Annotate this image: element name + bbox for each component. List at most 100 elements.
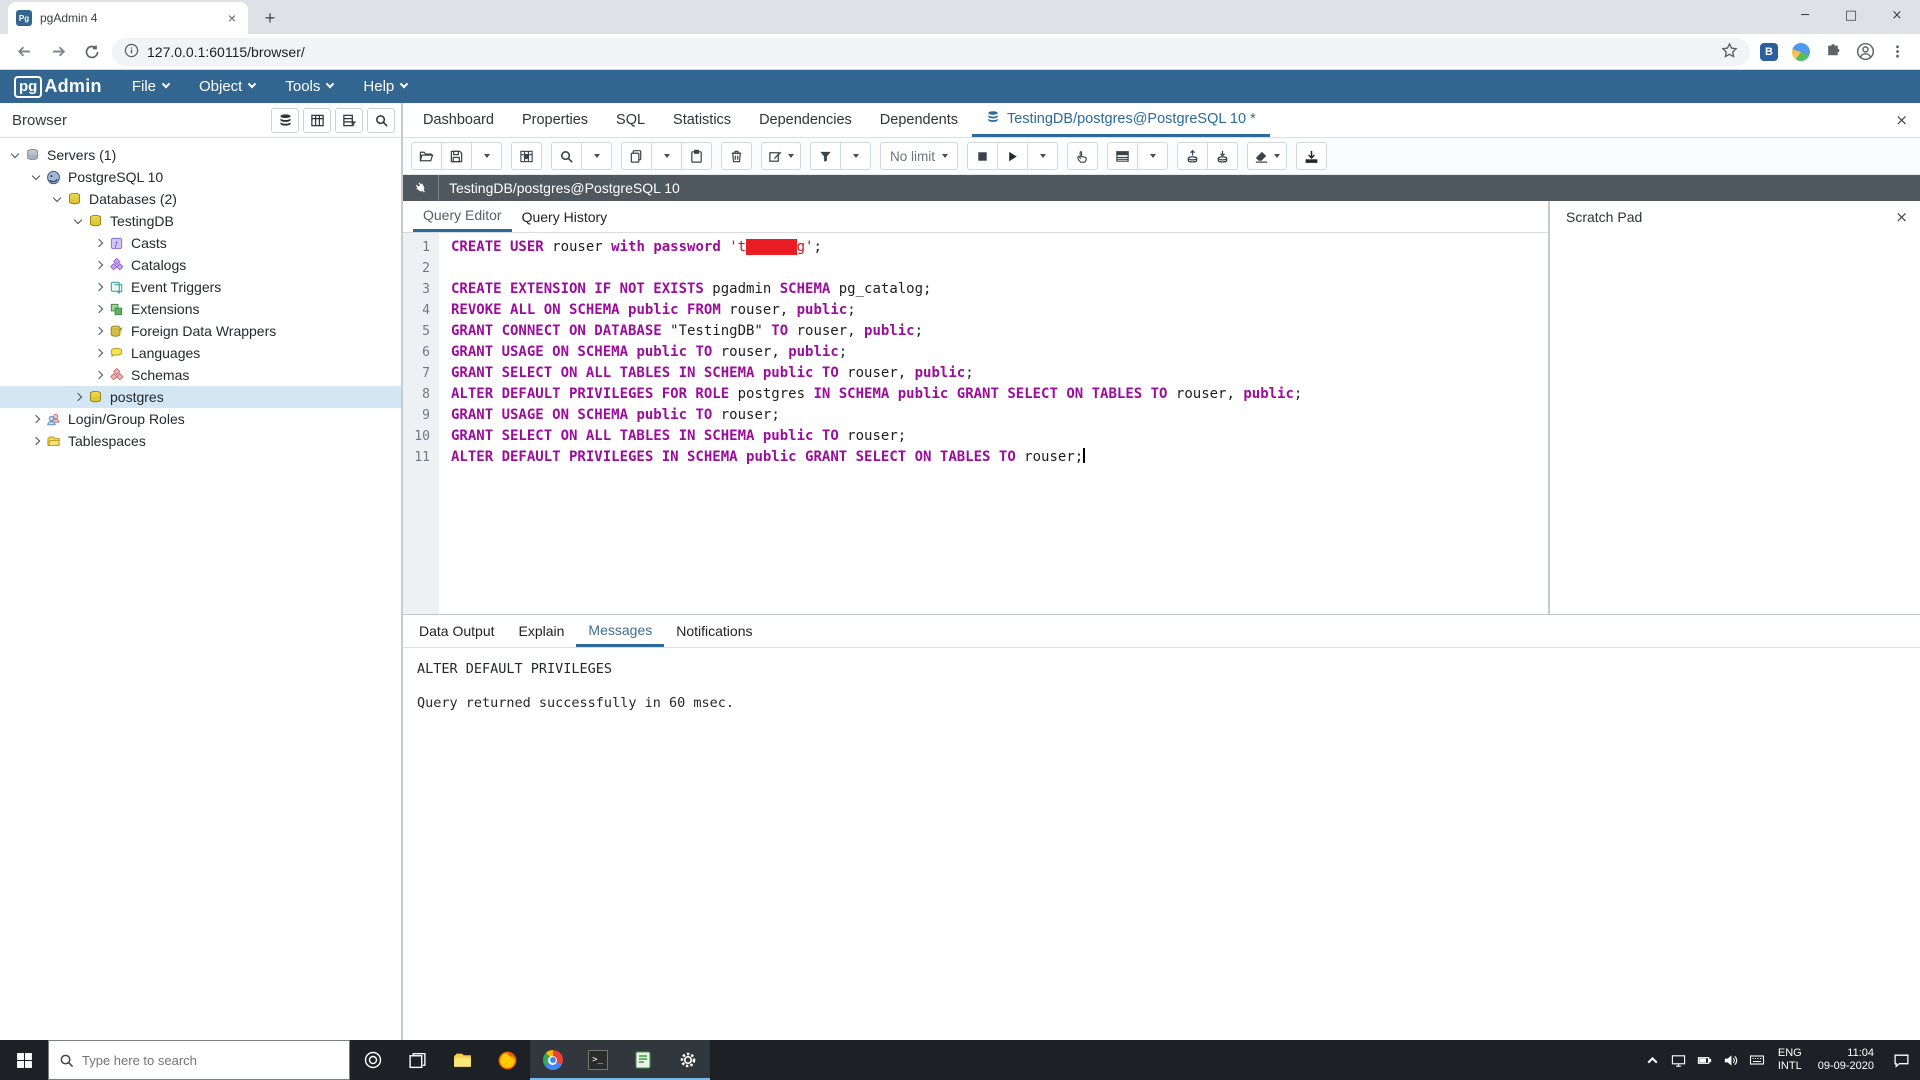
bookmark-star-icon[interactable] [1721, 42, 1738, 62]
rollback-button[interactable] [1207, 142, 1238, 170]
notepad-button[interactable] [620, 1040, 665, 1080]
url-text[interactable]: 127.0.0.1:60115/browser/ [147, 44, 1713, 60]
delete-button[interactable] [721, 142, 752, 170]
start-button[interactable] [0, 1040, 48, 1080]
tab-sql[interactable]: SQL [602, 103, 659, 137]
code-line[interactable]: 6GRANT USAGE ON SCHEMA public TO rouser,… [403, 342, 1548, 363]
code-line[interactable]: 4REVOKE ALL ON SCHEMA public FROM rouser… [403, 300, 1548, 321]
paste-button[interactable] [681, 142, 712, 170]
expand-chevron-icon[interactable] [95, 283, 103, 291]
grid-view-button[interactable] [303, 108, 331, 133]
tree-item-servers-1-[interactable]: Servers (1) [0, 144, 401, 166]
expand-chevron-icon[interactable] [95, 305, 103, 313]
browser-tab[interactable]: Pg pgAdmin 4 × [8, 2, 248, 34]
expand-chevron-icon[interactable] [32, 437, 40, 445]
filter-dropdown-button[interactable] [840, 142, 871, 170]
extension-globe-icon[interactable] [1788, 39, 1814, 65]
back-icon[interactable] [10, 38, 38, 66]
tree-item-catalogs[interactable]: Catalogs [0, 254, 401, 276]
tree-item-event-triggers[interactable]: Event Triggers [0, 276, 401, 298]
menu-tools[interactable]: Tools [285, 78, 333, 95]
collapse-chevron-icon[interactable] [74, 215, 82, 223]
tab-statistics[interactable]: Statistics [659, 103, 745, 137]
firefox-button[interactable] [485, 1040, 530, 1080]
code-line[interactable]: 10GRANT SELECT ON ALL TABLES IN SCHEMA p… [403, 426, 1548, 447]
edit-dropdown-button[interactable] [761, 142, 801, 170]
hidden-icons-chevron[interactable] [1640, 1040, 1666, 1080]
tree-item-databases-2-[interactable]: Databases (2) [0, 188, 401, 210]
code-line[interactable]: 7GRANT SELECT ON ALL TABLES IN SCHEMA pu… [403, 363, 1548, 384]
scratch-pad-close-icon[interactable]: × [1895, 208, 1908, 226]
explain-options-dropdown[interactable] [1137, 142, 1168, 170]
tab-messages[interactable]: Messages [576, 615, 664, 647]
tree-item-foreign-data-wrappers[interactable]: Foreign Data Wrappers [0, 320, 401, 342]
tray-keyboard-icon[interactable] [1744, 1040, 1770, 1080]
extension-puzzle-icon[interactable] [1820, 39, 1846, 65]
settings-button[interactable] [665, 1040, 710, 1080]
copy-dropdown-button[interactable] [651, 142, 682, 170]
tree-item-tablespaces[interactable]: Tablespaces [0, 430, 401, 452]
sql-code[interactable]: 1CREATE USER rouser with password 't g';… [403, 233, 1548, 614]
menu-object[interactable]: Object [199, 78, 255, 95]
find-dropdown-button[interactable] [581, 142, 612, 170]
search-button[interactable] [367, 108, 395, 133]
copy-button[interactable] [621, 142, 652, 170]
commit-button[interactable] [1177, 142, 1208, 170]
tray-battery-icon[interactable] [1692, 1040, 1718, 1080]
extension-b-icon[interactable]: B [1756, 39, 1782, 65]
tray-volume-icon[interactable] [1718, 1040, 1744, 1080]
search-input[interactable] [82, 1053, 312, 1068]
expand-chevron-icon[interactable] [95, 261, 103, 269]
expand-chevron-icon[interactable] [95, 349, 103, 357]
edit-grid-button[interactable] [511, 142, 542, 170]
execute-dropdown-button[interactable] [1027, 142, 1058, 170]
explain-analyze-button[interactable] [1107, 142, 1138, 170]
new-tab-button[interactable]: + [256, 4, 284, 32]
collapse-chevron-icon[interactable] [11, 149, 19, 157]
menu-file[interactable]: File [132, 78, 169, 95]
taskbar-search[interactable] [48, 1040, 350, 1080]
tree-item-postgresql-10[interactable]: PostgreSQL 10 [0, 166, 401, 188]
scratch-pad-area[interactable] [1550, 233, 1920, 614]
chrome-button[interactable] [530, 1040, 575, 1080]
download-button[interactable] [1296, 142, 1327, 170]
tab-dashboard[interactable]: Dashboard [409, 103, 508, 137]
expand-chevron-icon[interactable] [95, 239, 103, 247]
taskbar-clock[interactable]: 11:04 09-09-2020 [1810, 1040, 1882, 1080]
explain-button[interactable] [1067, 142, 1098, 170]
cortana-button[interactable] [350, 1040, 395, 1080]
url-bar[interactable]: 127.0.0.1:60115/browser/ [112, 38, 1750, 66]
language-indicator[interactable]: ENG INTL [1770, 1040, 1810, 1080]
window-minimize-button[interactable]: ─ [1782, 0, 1828, 30]
tab-notifications[interactable]: Notifications [664, 615, 764, 647]
site-info-icon[interactable] [124, 43, 139, 61]
tab-properties[interactable]: Properties [508, 103, 602, 137]
tab-explain[interactable]: Explain [507, 615, 577, 647]
tab-data-output[interactable]: Data Output [407, 615, 507, 647]
forward-icon[interactable] [44, 38, 72, 66]
file-explorer-button[interactable] [440, 1040, 485, 1080]
tray-monitor-icon[interactable] [1666, 1040, 1692, 1080]
filter-grid-button[interactable] [335, 108, 363, 133]
code-line[interactable]: 2 [403, 258, 1548, 279]
tree-stack-button[interactable] [271, 108, 299, 133]
code-line[interactable]: 9GRANT USAGE ON SCHEMA public TO rouser; [403, 405, 1548, 426]
expand-chevron-icon[interactable] [95, 371, 103, 379]
save-dropdown-button[interactable] [471, 142, 502, 170]
clear-button[interactable] [1247, 142, 1287, 170]
tab-query-editor[interactable]: Query Editor [413, 201, 512, 232]
execute-button[interactable] [997, 142, 1028, 170]
collapse-chevron-icon[interactable] [53, 193, 61, 201]
filter-button[interactable] [810, 142, 841, 170]
tree-item-postgres[interactable]: postgres [0, 386, 401, 408]
stop-button[interactable] [967, 142, 998, 170]
tab-query-history[interactable]: Query History [512, 201, 618, 232]
window-close-button[interactable]: × [1874, 0, 1920, 30]
find-button[interactable] [551, 142, 582, 170]
tab-dependents[interactable]: Dependents [866, 103, 972, 137]
action-center-icon[interactable] [1882, 1040, 1920, 1080]
code-line[interactable]: 3CREATE EXTENSION IF NOT EXISTS pgadmin … [403, 279, 1548, 300]
code-line[interactable]: 5GRANT CONNECT ON DATABASE "TestingDB" T… [403, 321, 1548, 342]
tree-item-casts[interactable]: ƒCasts [0, 232, 401, 254]
window-maximize-button[interactable]: □ [1828, 0, 1874, 30]
